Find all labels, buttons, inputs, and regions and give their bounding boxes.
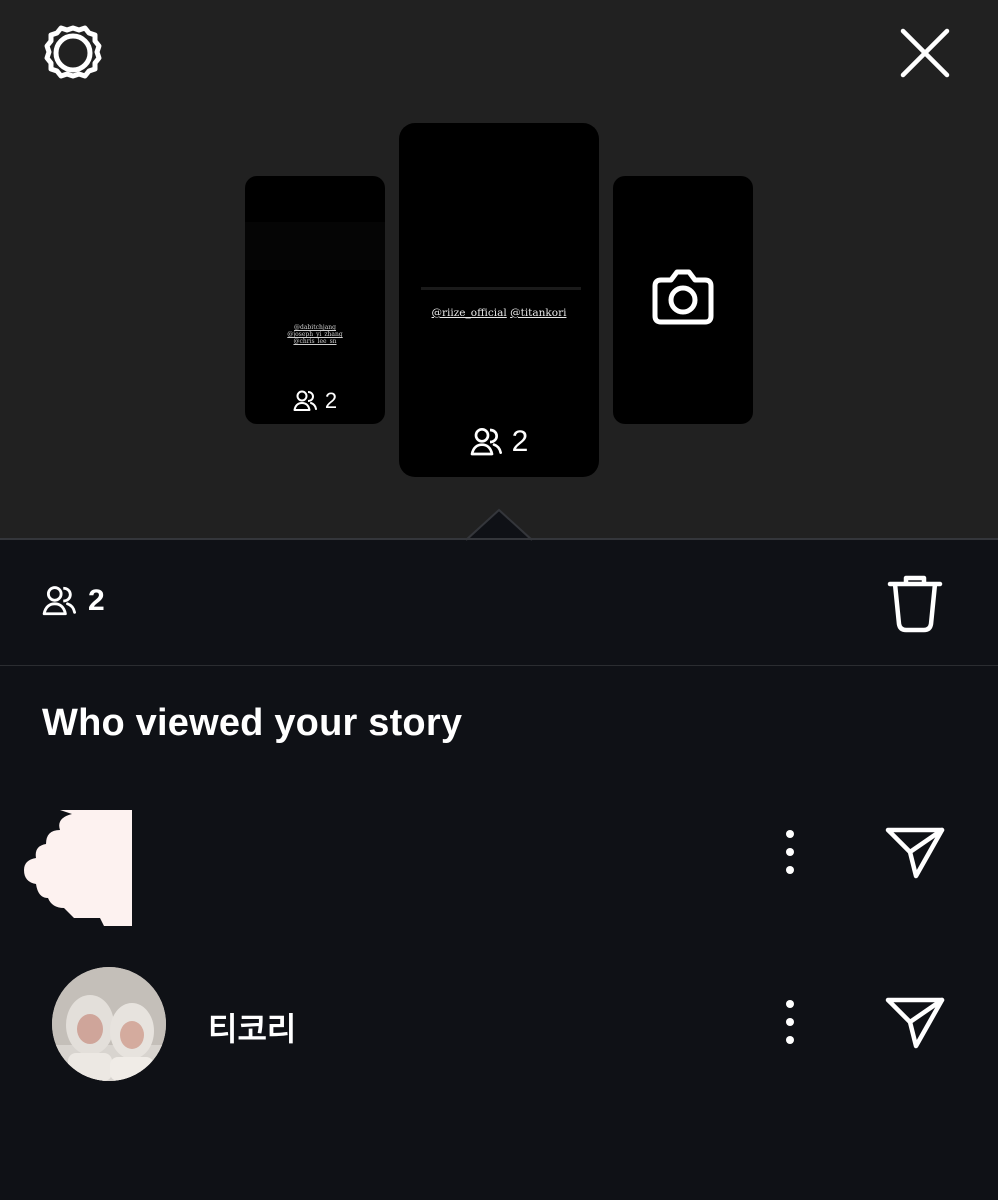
story-image xyxy=(245,222,385,270)
avatar[interactable] xyxy=(52,967,166,1081)
camera-icon xyxy=(652,269,714,325)
viewer-row[interactable]: 티코리 xyxy=(0,960,998,1090)
story-preview-area: @dabitchjang @joseph_yi_zhang @chris_lee… xyxy=(0,0,998,542)
story-viewer-count: 2 xyxy=(399,425,599,459)
mention-link: @riize_official xyxy=(431,307,507,319)
send-icon xyxy=(885,997,945,1049)
divider xyxy=(0,538,998,540)
viewers-icon xyxy=(42,586,76,616)
section-title: Who viewed your story xyxy=(42,702,463,744)
story-mentions: @dabitchjang @joseph_yi_zhang @chris_lee… xyxy=(245,324,385,345)
more-options-button[interactable] xyxy=(770,826,810,878)
trash-icon xyxy=(887,575,943,633)
more-vertical-icon xyxy=(786,830,794,874)
mention-link: @titankori xyxy=(510,307,567,319)
add-story-card[interactable] xyxy=(613,176,753,424)
avatar-photo xyxy=(52,967,166,1081)
more-vertical-icon xyxy=(786,1000,794,1044)
divider xyxy=(0,665,998,666)
close-icon xyxy=(900,28,950,78)
viewers-icon xyxy=(293,390,317,411)
delete-story-button[interactable] xyxy=(882,570,948,636)
mention-link: @chris_lee_sn xyxy=(293,338,337,345)
settings-button[interactable] xyxy=(40,20,106,86)
story-viewer-count-value: 2 xyxy=(324,388,338,413)
close-button[interactable] xyxy=(892,20,958,86)
mention-link: @joseph_yi_zhang xyxy=(287,331,343,338)
story-viewer-count-value: 2 xyxy=(511,425,529,458)
viewer-username[interactable]: 티코리 xyxy=(208,1004,296,1050)
redacted-avatar xyxy=(24,810,132,926)
story-image xyxy=(421,287,581,290)
selection-pointer xyxy=(466,508,532,542)
story-viewer-count: 2 xyxy=(245,388,385,414)
viewer-count: 2 xyxy=(42,584,105,618)
story-thumbnail-previous[interactable]: @dabitchjang @joseph_yi_zhang @chris_lee… xyxy=(245,176,385,424)
story-mentions: @riize_official @titankori xyxy=(399,307,599,319)
viewer-row[interactable] xyxy=(0,790,998,926)
mention-link: @dabitchjang xyxy=(294,324,336,331)
more-options-button[interactable] xyxy=(770,996,810,1048)
viewer-count-value: 2 xyxy=(88,584,105,617)
send-icon xyxy=(885,827,945,879)
story-thumbnail-current[interactable]: @riize_official @titankori 2 xyxy=(399,123,599,477)
story-stats-row: 2 xyxy=(0,542,998,666)
viewers-icon xyxy=(470,428,502,456)
gear-icon xyxy=(44,25,102,79)
send-message-button[interactable] xyxy=(880,988,950,1058)
send-message-button[interactable] xyxy=(880,818,950,888)
